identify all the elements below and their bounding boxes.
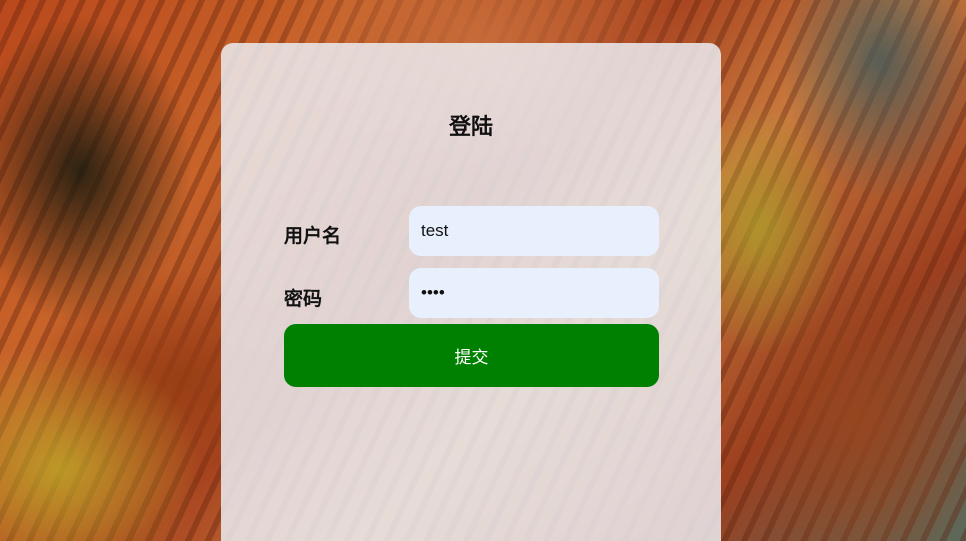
username-input[interactable] — [409, 206, 659, 256]
login-panel: 登陆 用户名 密码 提交 — [221, 43, 721, 541]
username-label: 用户名 — [284, 225, 342, 247]
password-input[interactable] — [409, 268, 659, 318]
submit-button[interactable]: 提交 — [284, 324, 659, 387]
password-label: 密码 — [284, 288, 323, 310]
login-title: 登陆 — [448, 115, 493, 140]
